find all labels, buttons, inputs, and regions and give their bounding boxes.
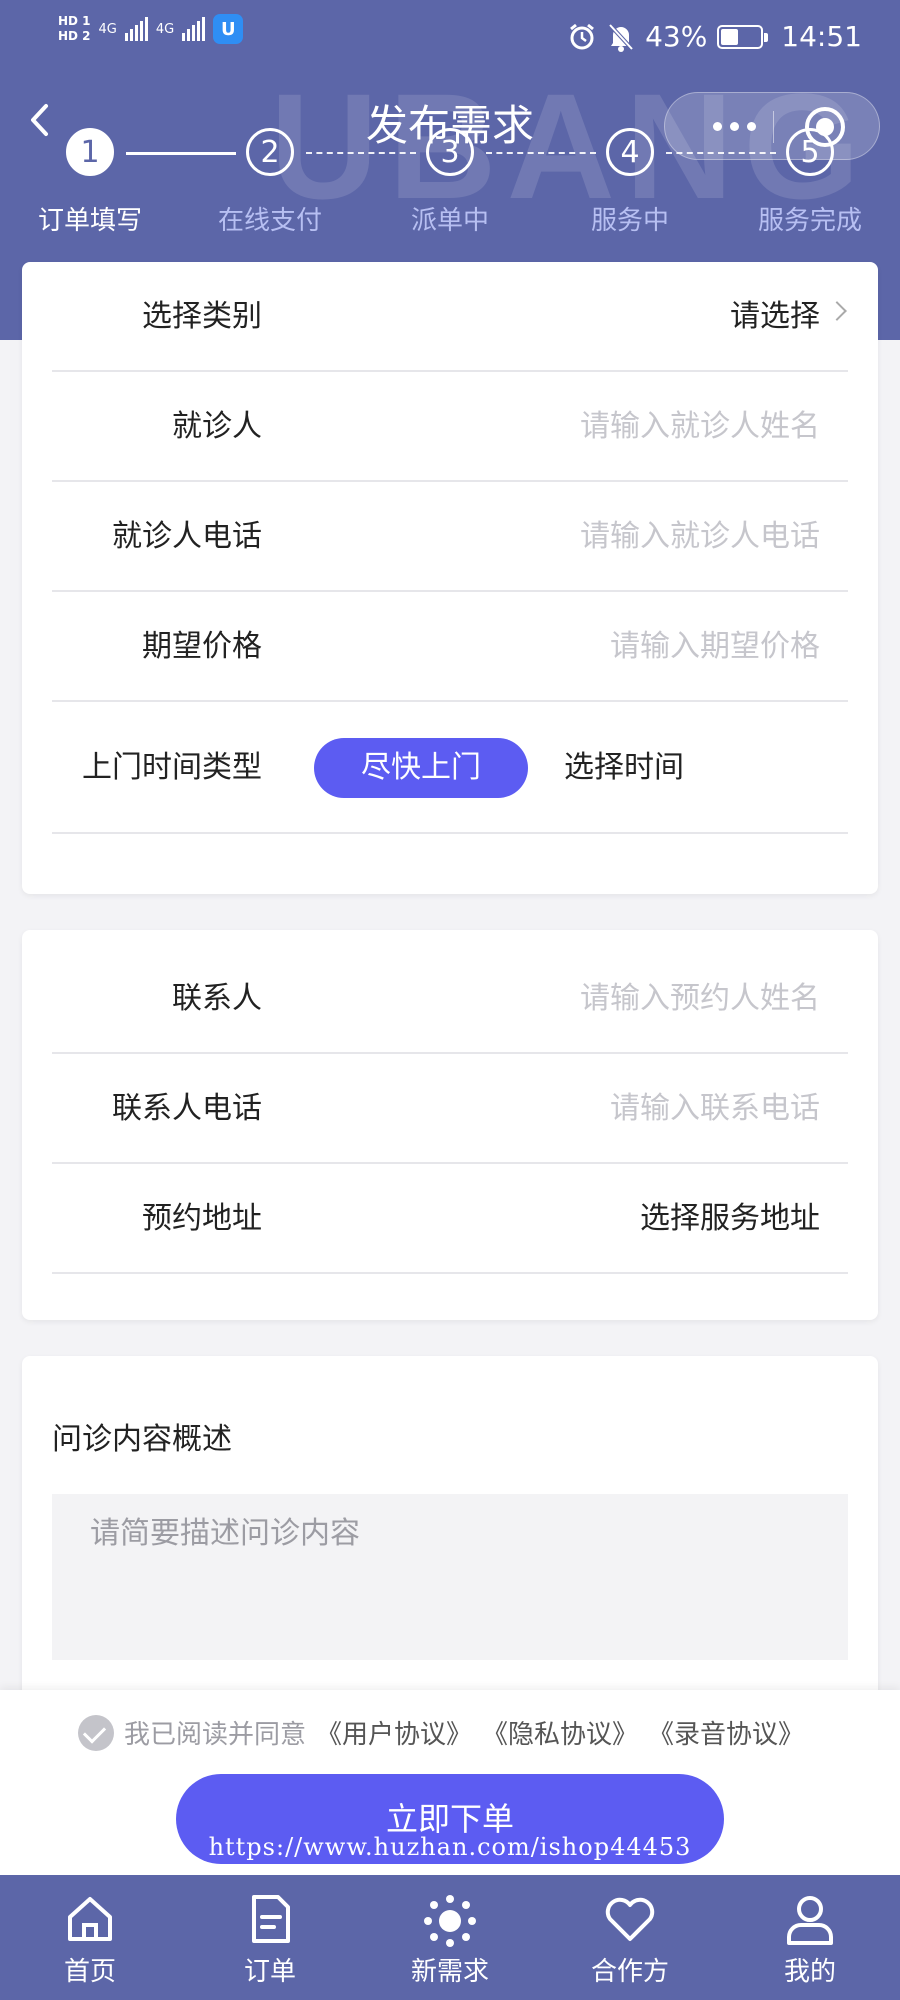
network-type-2: 4G xyxy=(155,21,175,37)
step-5-circle: 5 xyxy=(786,128,834,176)
step-1-circle: 1 xyxy=(66,128,114,176)
contact-phone-label: 联系人电话 xyxy=(112,1091,262,1126)
patient-row: 就诊人 请输入就诊人姓名 xyxy=(52,372,848,482)
home-icon xyxy=(68,1897,112,1941)
chevron-right-icon xyxy=(827,301,847,321)
patient-phone-label: 就诊人电话 xyxy=(112,519,262,554)
step-3-label: 派单中 xyxy=(410,206,489,236)
hd2-label: HD 2 xyxy=(58,29,91,43)
order-info-card: 选择类别 请选择 就诊人 请输入就诊人姓名 就诊人电话 请输入就诊人电话 期望价… xyxy=(22,262,878,894)
step-4-label: 服务中 xyxy=(590,206,669,236)
contact-row: 联系人 请输入预约人姓名 xyxy=(52,944,848,1054)
step-connector xyxy=(126,152,236,155)
step-5-label: 服务完成 xyxy=(757,206,862,236)
tab-partners-label: 合作方 xyxy=(590,1957,669,1987)
sun-icon xyxy=(424,1895,476,1947)
category-select[interactable]: 请选择 xyxy=(730,262,820,372)
tab-home-label: 首页 xyxy=(63,1957,116,1987)
category-row[interactable]: 选择类别 请选择 xyxy=(52,262,848,372)
address-select[interactable]: 选择服务地址 xyxy=(640,1164,820,1274)
tab-me[interactable]: 我的 xyxy=(720,1875,900,2000)
step-4-circle: 4 xyxy=(606,128,654,176)
mute-bell-icon xyxy=(608,23,634,52)
tab-home[interactable]: 首页 xyxy=(0,1875,180,2000)
clock: 14:51 xyxy=(781,20,862,53)
price-row: 期望价格 请输入期望价格 xyxy=(52,592,848,702)
tab-orders-label: 订单 xyxy=(243,1957,296,1987)
signal-icon xyxy=(124,17,148,41)
watermark-url: https://www.huzhan.com/ishop44453 xyxy=(208,1833,692,1861)
user-icon xyxy=(787,1896,833,1945)
tab-new-request-label: 新需求 xyxy=(410,1957,489,1987)
step-connector xyxy=(666,152,776,154)
contact-phone-input[interactable]: 请输入联系电话 xyxy=(610,1054,820,1164)
contact-info-card: 联系人 请输入预约人姓名 联系人电话 请输入联系电话 预约地址 选择服务地址 xyxy=(22,930,878,1320)
tab-new-request[interactable]: 新需求 xyxy=(360,1875,540,2000)
address-row[interactable]: 预约地址 选择服务地址 xyxy=(52,1164,848,1274)
signal-icon xyxy=(182,17,206,41)
visit-time-label: 上门时间类型 xyxy=(82,750,262,785)
description-title: 问诊内容概述 xyxy=(52,1422,232,1457)
tab-orders[interactable]: 订单 xyxy=(180,1875,360,2000)
visit-time-row: 上门时间类型 尽快上门 选择时间 xyxy=(52,702,848,834)
progress-steps: 1 2 3 4 5 订单填写 在线支付 派单中 服务中 服务完成 xyxy=(0,124,900,236)
patient-phone-row: 就诊人电话 请输入就诊人电话 xyxy=(52,482,848,592)
agreement-row: 我已阅读并同意 《用户协议》 《隐私协议》 《录音协议》 xyxy=(78,1714,804,1751)
battery-percent: 43% xyxy=(645,20,708,53)
tab-me-label: 我的 xyxy=(783,1957,836,1987)
agree-checkbox-icon[interactable] xyxy=(78,1714,114,1751)
hd-indicator: HD 1 HD 2 xyxy=(58,14,91,44)
step-connector xyxy=(306,152,416,154)
price-label: 期望价格 xyxy=(142,629,262,664)
agreement-text: 我已阅读并同意 xyxy=(124,1720,307,1750)
step-1-label: 订单填写 xyxy=(37,206,142,236)
tab-partners[interactable]: 合作方 xyxy=(540,1875,720,2000)
contact-name-input[interactable]: 请输入预约人姓名 xyxy=(580,944,820,1054)
address-label: 预约地址 xyxy=(142,1201,262,1236)
patient-name-input[interactable]: 请输入就诊人姓名 xyxy=(580,372,820,482)
contact-phone-row: 联系人电话 请输入联系电话 xyxy=(52,1054,848,1164)
step-2-label: 在线支付 xyxy=(217,206,322,236)
patient-label: 就诊人 xyxy=(172,409,262,444)
description-card: 问诊内容概述 请简要描述问诊内容 xyxy=(22,1356,878,1716)
patient-phone-input[interactable]: 请输入就诊人电话 xyxy=(580,482,820,592)
choose-time-button[interactable]: 选择时间 xyxy=(564,738,684,798)
description-textarea[interactable]: 请简要描述问诊内容 xyxy=(52,1494,848,1660)
hd1-label: HD 1 xyxy=(58,14,91,28)
recording-agreement-link[interactable]: 《录音协议》 xyxy=(648,1714,804,1751)
contact-label: 联系人 xyxy=(172,981,262,1016)
status-bar: HD 1 HD 2 4G 4G U 43% 14:51 xyxy=(0,0,900,80)
price-input[interactable]: 请输入期望价格 xyxy=(610,592,820,702)
step-connector xyxy=(486,152,596,154)
document-icon xyxy=(252,1895,290,1943)
step-2-circle: 2 xyxy=(246,128,294,176)
heart-icon xyxy=(605,1897,655,1941)
asap-visit-button[interactable]: 尽快上门 xyxy=(314,738,528,798)
privacy-agreement-link[interactable]: 《隐私协议》 xyxy=(482,1714,638,1751)
alarm-icon xyxy=(570,23,594,49)
bottom-tab-bar: 首页 订单 新需求 合作方 我的 xyxy=(0,1875,900,2000)
network-type-1: 4G xyxy=(98,21,117,37)
user-agreement-link[interactable]: 《用户协议》 xyxy=(316,1714,472,1751)
step-3-circle: 3 xyxy=(426,128,474,176)
notification-app-icon: U xyxy=(213,14,244,44)
battery-icon xyxy=(717,24,769,49)
category-label: 选择类别 xyxy=(142,299,262,334)
